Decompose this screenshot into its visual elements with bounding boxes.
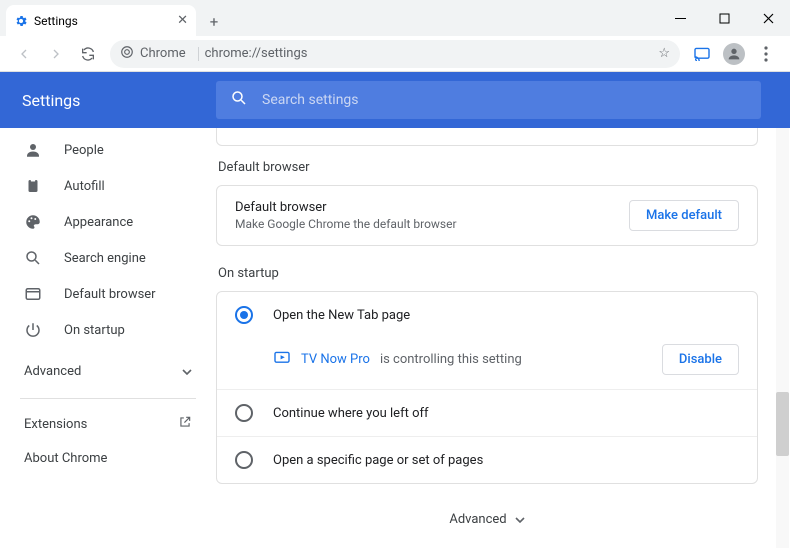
person-icon [24,141,42,159]
radio-button-icon [235,404,253,422]
section-title-startup: On startup [218,266,774,281]
address-scheme: Chrome [140,46,186,61]
radio-button-icon [235,306,253,324]
chevron-down-icon [182,364,192,379]
sidebar-extensions[interactable]: Extensions [0,407,216,441]
page-title: Settings [22,91,216,110]
reload-button[interactable] [74,40,102,68]
startup-option-label: Continue where you left off [273,406,429,421]
sidebar-item-label: On startup [64,323,125,338]
startup-card: Open the New Tab page TV Now Pro is cont… [216,291,758,484]
back-button[interactable] [10,40,38,68]
extensions-label: Extensions [24,417,87,432]
startup-option-label: Open a specific page or set of pages [273,453,483,468]
search-settings-input[interactable]: Search settings [216,81,761,119]
footer-advanced-label: Advanced [449,512,506,527]
sidebar-item-label: Search engine [64,251,146,266]
scrollbar-thumb[interactable] [776,392,789,456]
default-browser-card: Default browser Make Google Chrome the d… [216,185,758,246]
scrollbar-track[interactable] [776,128,789,548]
sidebar-item-people[interactable]: People [0,132,216,168]
footer-advanced-toggle[interactable]: Advanced [216,500,758,539]
palette-icon [24,213,42,231]
search-icon [24,249,42,267]
power-icon [24,321,42,339]
extension-control-notice: TV Now Pro is controlling this setting D… [217,338,757,389]
radio-button-icon [235,451,253,469]
sidebar-item-search-engine[interactable]: Search engine [0,240,216,276]
window-minimize-button[interactable] [658,0,702,36]
prev-card-stub [216,128,758,146]
sidebar-item-autofill[interactable]: Autofill [0,168,216,204]
cast-icon[interactable] [688,40,716,68]
sidebar-item-default-browser[interactable]: Default browser [0,276,216,312]
new-tab-button[interactable]: + [200,8,228,36]
address-bar[interactable]: Chrome chrome://settings ☆ [110,40,680,68]
startup-option-specific-page[interactable]: Open a specific page or set of pages [217,437,757,483]
default-browser-row-sub: Make Google Chrome the default browser [235,217,457,231]
forward-button[interactable] [42,40,70,68]
sidebar-item-label: People [64,143,104,158]
window-close-button[interactable] [746,0,790,36]
separator [198,47,199,61]
tab-close-icon[interactable]: ✕ [177,13,188,28]
sidebar-item-label: Autofill [64,179,105,194]
chrome-icon [120,45,134,63]
startup-option-label: Open the New Tab page [273,308,410,323]
default-browser-row-title: Default browser [235,200,457,215]
make-default-button[interactable]: Make default [629,200,739,231]
sidebar-item-label: Appearance [64,215,133,230]
sidebar-about-chrome[interactable]: About Chrome [0,441,216,475]
sidebar-advanced-toggle[interactable]: Advanced [0,352,216,390]
controlling-extension-name[interactable]: TV Now Pro [301,352,370,367]
address-url: chrome://settings [205,46,308,61]
sidebar-item-label: Default browser [64,287,156,302]
sidebar-item-appearance[interactable]: Appearance [0,204,216,240]
browser-tab[interactable]: Settings ✕ [6,5,196,36]
cast-small-icon [273,351,291,369]
bookmark-star-icon[interactable]: ☆ [658,46,670,61]
tab-title: Settings [34,14,78,28]
profile-avatar[interactable] [723,43,745,65]
sidebar-item-on-startup[interactable]: On startup [0,312,216,348]
startup-option-continue[interactable]: Continue where you left off [217,390,757,436]
disable-extension-button[interactable]: Disable [662,344,739,375]
browser-icon [24,285,42,303]
menu-dots-icon[interactable] [752,40,780,68]
advanced-label: Advanced [24,364,81,379]
chevron-down-icon [515,512,525,527]
controlling-message: is controlling this setting [380,352,522,367]
gear-icon [14,14,28,28]
startup-option-new-tab[interactable]: Open the New Tab page [217,292,757,338]
search-placeholder: Search settings [262,92,359,108]
clipboard-icon [24,177,42,195]
open-external-icon [178,415,192,433]
divider [20,398,196,399]
about-label: About Chrome [24,451,107,466]
section-title-default-browser: Default browser [218,160,774,175]
search-icon [230,89,248,111]
window-maximize-button[interactable] [702,0,746,36]
